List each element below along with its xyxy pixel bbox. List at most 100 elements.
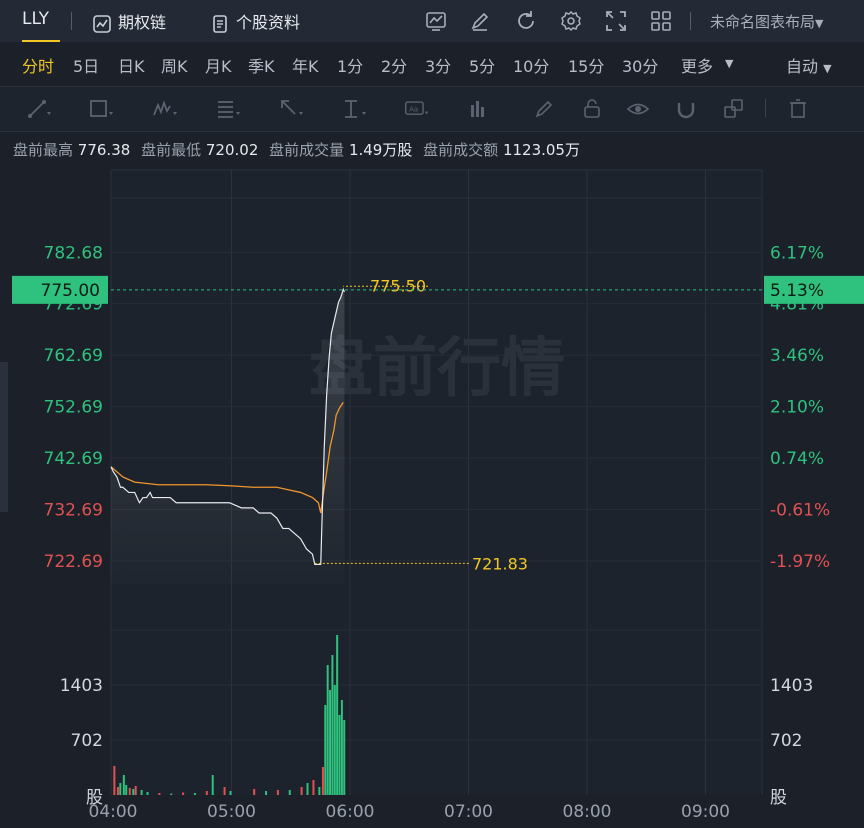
price-range-tool-icon[interactable] — [341, 97, 367, 121]
volume-axis-label: 702 — [770, 731, 802, 751]
layers-icon[interactable] — [722, 97, 748, 121]
fibonacci-tool-icon[interactable] — [215, 97, 241, 121]
period-tab[interactable]: 年K — [292, 53, 319, 77]
volume-bar — [128, 788, 131, 795]
premarket-stats: 盘前最高 776.38 盘前最低 720.02 盘前成交量 1.49万股 盘前成… — [13, 139, 586, 160]
volume-bar — [343, 720, 346, 795]
volume-bar — [125, 785, 128, 795]
period-tab[interactable]: 月K — [205, 53, 232, 77]
volume-bar — [119, 783, 122, 795]
volume-bar — [329, 690, 332, 795]
magnet-icon[interactable] — [674, 97, 700, 121]
arrow-tool-icon[interactable] — [278, 97, 304, 121]
premarket-high-value: 776.38 — [77, 141, 131, 159]
volume-bar — [306, 783, 309, 795]
percent-axis-label: -1.97% — [770, 552, 830, 572]
volume-bar — [265, 791, 268, 795]
bar-pattern-tool-icon[interactable] — [467, 97, 493, 121]
volume-bar — [182, 792, 185, 795]
volume-bar — [338, 715, 341, 795]
volume-bar — [321, 767, 324, 795]
volume-axis-label: 1403 — [60, 676, 103, 696]
lock-icon[interactable] — [580, 97, 606, 121]
period-tab[interactable]: 3分 — [425, 53, 451, 77]
volume-bar — [158, 793, 161, 795]
text-tool-icon[interactable]: Aa — [404, 97, 430, 121]
percent-axis-label: 0.74% — [770, 449, 824, 469]
eye-icon[interactable] — [626, 97, 652, 121]
time-axis-label: 08:00 — [563, 802, 612, 822]
refresh-icon[interactable] — [514, 9, 538, 33]
price-axis-label: 782.68 — [44, 243, 103, 263]
volume-unit-label: 股 — [770, 788, 787, 808]
volume-bar — [211, 775, 214, 795]
auto-scale-dropdown[interactable]: 自动 ▼ — [786, 53, 832, 77]
period-tab[interactable]: 5分 — [469, 53, 495, 77]
top-bar: LLY 期权链 个股资料 未命名图表布局▼ — [0, 0, 864, 42]
plot-area — [111, 170, 762, 795]
volume-axis-label: 1403 — [770, 676, 813, 696]
wave-tool-icon[interactable] — [152, 97, 178, 121]
period-tab[interactable]: 分时 — [22, 53, 54, 77]
high-marker-label: 775.50 — [370, 276, 426, 295]
price-axis-label: 752.69 — [44, 398, 103, 418]
volume-bar — [318, 787, 321, 795]
premarket-volume-label: 盘前成交量 — [269, 141, 345, 159]
period-tab[interactable]: 30分 — [622, 53, 658, 77]
period-tab[interactable]: 2分 — [381, 53, 407, 77]
trend-line-tool-icon[interactable] — [26, 97, 52, 121]
current-price-value: 775.00 — [41, 281, 100, 301]
period-tab[interactable]: 更多 — [681, 53, 713, 77]
volume-bar — [288, 790, 291, 795]
options-chain-label: 期权链 — [118, 13, 167, 32]
trash-icon[interactable] — [786, 97, 812, 121]
layout-name-label: 未命名图表布局 — [710, 13, 816, 31]
period-tab[interactable]: 15分 — [568, 53, 604, 77]
volume-bar — [253, 789, 256, 795]
time-axis-label: 06:00 — [326, 802, 375, 822]
drawing-toolbar: Aa — [0, 86, 864, 132]
fullscreen-icon[interactable] — [604, 9, 628, 33]
volume-bar — [229, 791, 232, 795]
grid-layout-icon[interactable] — [649, 9, 673, 33]
rectangle-tool-icon[interactable] — [88, 97, 114, 121]
percent-axis-label: 3.46% — [770, 346, 824, 366]
period-tab[interactable]: 10分 — [513, 53, 549, 77]
pen-icon[interactable] — [532, 97, 558, 121]
options-chain-link[interactable]: 期权链 — [92, 9, 166, 34]
premarket-amount-value: 1123.05万 — [502, 141, 580, 159]
indicator-icon[interactable] — [424, 9, 448, 33]
ticker-symbol[interactable]: LLY — [22, 9, 49, 29]
volume-bar — [324, 705, 327, 795]
volume-bar — [122, 775, 125, 795]
period-tab[interactable]: 日K — [118, 53, 145, 77]
volume-bar — [276, 790, 279, 795]
premarket-high-label: 盘前最高 — [13, 141, 74, 159]
stock-profile-label: 个股资料 — [236, 13, 301, 32]
time-axis-label: 07:00 — [444, 802, 493, 822]
price-axis-label: 722.69 — [44, 552, 103, 572]
volume-axis-label: 702 — [71, 731, 103, 751]
volume-bar — [340, 700, 343, 795]
premarket-volume-value: 1.49万股 — [348, 141, 413, 159]
low-marker-label: 721.83 — [472, 554, 528, 573]
volume-bar — [312, 780, 315, 795]
period-tab[interactable]: 周K — [161, 53, 188, 77]
period-tab[interactable]: 5日 — [73, 53, 99, 77]
period-tab[interactable]: 季K — [248, 53, 275, 77]
volume-bar — [140, 790, 143, 795]
more-caret-icon: ▼ — [725, 57, 734, 70]
premarket-low-value: 720.02 — [205, 141, 259, 159]
stock-profile-link[interactable]: 个股资料 — [210, 9, 300, 34]
volume-bar — [132, 789, 135, 795]
volume-bar — [333, 685, 336, 795]
gear-icon[interactable] — [559, 9, 583, 33]
period-tab[interactable]: 1分 — [337, 53, 363, 77]
document-icon — [213, 14, 227, 33]
intraday-chart[interactable]: 盘前行情782.68 6.17%772.69 4.81%762.69 3.46%752… — [0, 165, 864, 828]
layout-name-dropdown[interactable]: 未命名图表布局▼ — [710, 11, 823, 32]
period-bar: 分时 5日 日K 周K 月K 季K 年K 1分 2分 3分 5分 10分 15分 30分 更多 ▼ — [0, 42, 864, 86]
draw-pen-icon[interactable] — [468, 9, 492, 33]
time-axis-label: 04:00 — [89, 802, 138, 822]
volume-bar — [193, 793, 196, 795]
